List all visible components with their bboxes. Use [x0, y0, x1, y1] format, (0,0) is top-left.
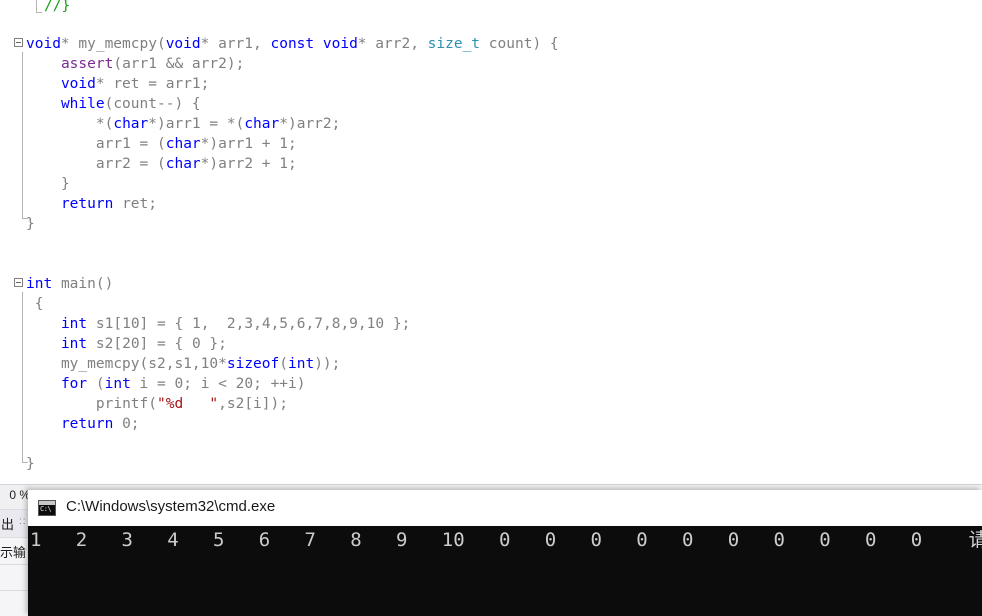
code-line-3[interactable]: assert(arr1 && arr2);: [26, 54, 244, 74]
fold-guide-main: [22, 292, 23, 462]
code-line-21[interactable]: return 0;: [26, 414, 140, 434]
fold-guide-top: [36, 0, 37, 12]
console-output-line: 1 2 3 4 5 6 7 8 9 10 0 0 0 0 0 0 0 0 0 0…: [30, 526, 982, 554]
code-line-9[interactable]: }: [26, 174, 70, 194]
fold-guide-my-memcpy: [22, 52, 23, 218]
code-line-0[interactable]: //}: [44, 0, 70, 16]
code-line-4[interactable]: void* ret = arr1;: [26, 74, 209, 94]
output-tab-overflow-icon[interactable]: ::: [19, 516, 27, 527]
fold-toggle-my-memcpy[interactable]: [14, 38, 23, 47]
cmd-icon-glyph: C:\: [40, 505, 52, 513]
code-line-14[interactable]: int main(): [26, 274, 113, 294]
output-source-label: 示输: [0, 545, 27, 560]
console-titlebar[interactable]: C:\ C:\Windows\system32\cmd.exe: [28, 490, 982, 526]
code-line-15[interactable]: {: [26, 294, 44, 314]
code-line-8[interactable]: arr2 = (char*)arr2 + 1;: [26, 154, 297, 174]
code-line-19[interactable]: for (int i = 0; i < 20; ++i): [26, 374, 306, 394]
code-line-10[interactable]: return ret;: [26, 194, 157, 214]
code-line-2[interactable]: void* my_memcpy(void* arr1, const void* …: [26, 34, 559, 54]
console-title-text: C:\Windows\system32\cmd.exe: [66, 498, 276, 515]
editor-text-surface[interactable]: //} void* my_memcpy(void* arr1, const vo…: [0, 0, 982, 492]
cmd-exe-icon: C:\: [38, 500, 56, 516]
output-tab-label[interactable]: 出: [1, 514, 14, 533]
code-line-16[interactable]: int s1[10] = { 1, 2,3,4,5,6,7,8,9,10 };: [26, 314, 410, 334]
code-line-20[interactable]: printf("%d ",s2[i]);: [26, 394, 288, 414]
cmd-console-window[interactable]: C:\ C:\Windows\system32\cmd.exe 1 2 3 4 …: [28, 490, 982, 616]
code-line-5[interactable]: while(count--) {: [26, 94, 201, 114]
console-press-any-key-text: 请按任意键继续.: [968, 529, 982, 551]
code-line-23[interactable]: }: [26, 454, 35, 474]
console-output-area[interactable]: 1 2 3 4 5 6 7 8 9 10 0 0 0 0 0 0 0 0 0 0…: [28, 526, 982, 616]
screenshot-root: //} void* my_memcpy(void* arr1, const vo…: [0, 0, 982, 616]
fold-guide-foot-top: [36, 12, 42, 13]
code-line-11[interactable]: }: [26, 214, 35, 234]
code-line-18[interactable]: my_memcpy(s2,s1,10*sizeof(int));: [26, 354, 340, 374]
code-line-6[interactable]: *(char*)arr1 = *(char*)arr2;: [26, 114, 341, 134]
code-line-7[interactable]: arr1 = (char*)arr1 + 1;: [26, 134, 297, 154]
code-line-17[interactable]: int s2[20] = { 0 };: [26, 334, 227, 354]
fold-toggle-main[interactable]: [14, 278, 23, 287]
